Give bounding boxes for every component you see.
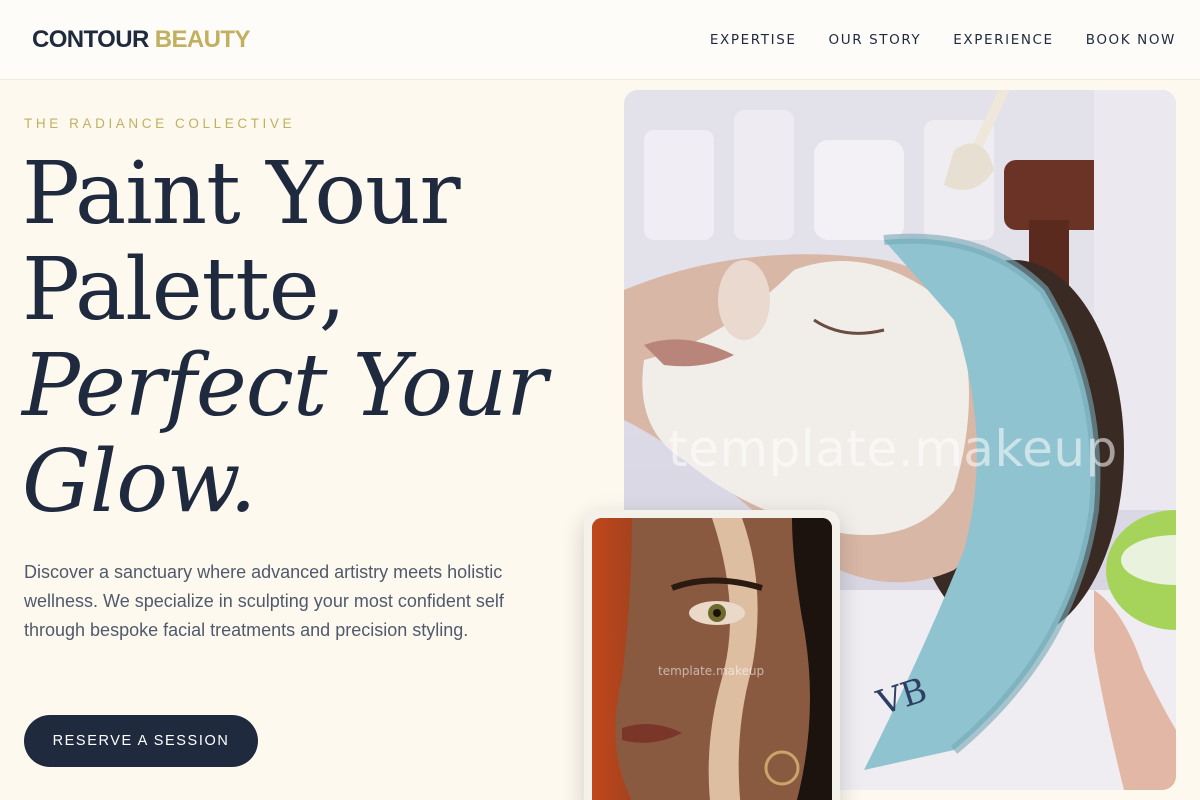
hero-headline: Paint Your Palette, Perfect Your Glow. xyxy=(22,144,547,532)
site-header: CONTOUR BEAUTY EXPERTISE OUR STORY EXPER… xyxy=(0,0,1200,80)
reserve-session-button[interactable]: RESERVE A SESSION xyxy=(24,715,258,767)
hero-description: Discover a sanctuary where advanced arti… xyxy=(24,562,504,640)
secondary-image-card: template.makeup xyxy=(584,510,840,800)
logo-word-contour: CONTOUR xyxy=(32,25,149,53)
headline-line-2: Palette, xyxy=(22,240,346,340)
hero-eyebrow: THE RADIANCE COLLECTIVE xyxy=(24,116,296,131)
portrait-photo: template.makeup xyxy=(592,518,832,800)
headline-line-4: Glow. xyxy=(22,432,257,532)
headline-line-3: Perfect Your xyxy=(22,336,547,436)
nav-link-our-story[interactable]: OUR STORY xyxy=(829,32,922,48)
nav-link-expertise[interactable]: EXPERTISE xyxy=(710,32,797,48)
logo-word-beauty: BEAUTY xyxy=(154,25,251,53)
brand-logo[interactable]: CONTOUR BEAUTY xyxy=(32,26,250,54)
main-nav: EXPERTISE OUR STORY EXPERIENCE BOOK NOW xyxy=(678,32,1176,48)
portrait-svg xyxy=(592,518,832,800)
nav-link-book-now[interactable]: BOOK NOW xyxy=(1086,32,1176,48)
nav-link-experience[interactable]: EXPERIENCE xyxy=(953,32,1053,48)
headline-line-1: Paint Your xyxy=(22,144,461,244)
